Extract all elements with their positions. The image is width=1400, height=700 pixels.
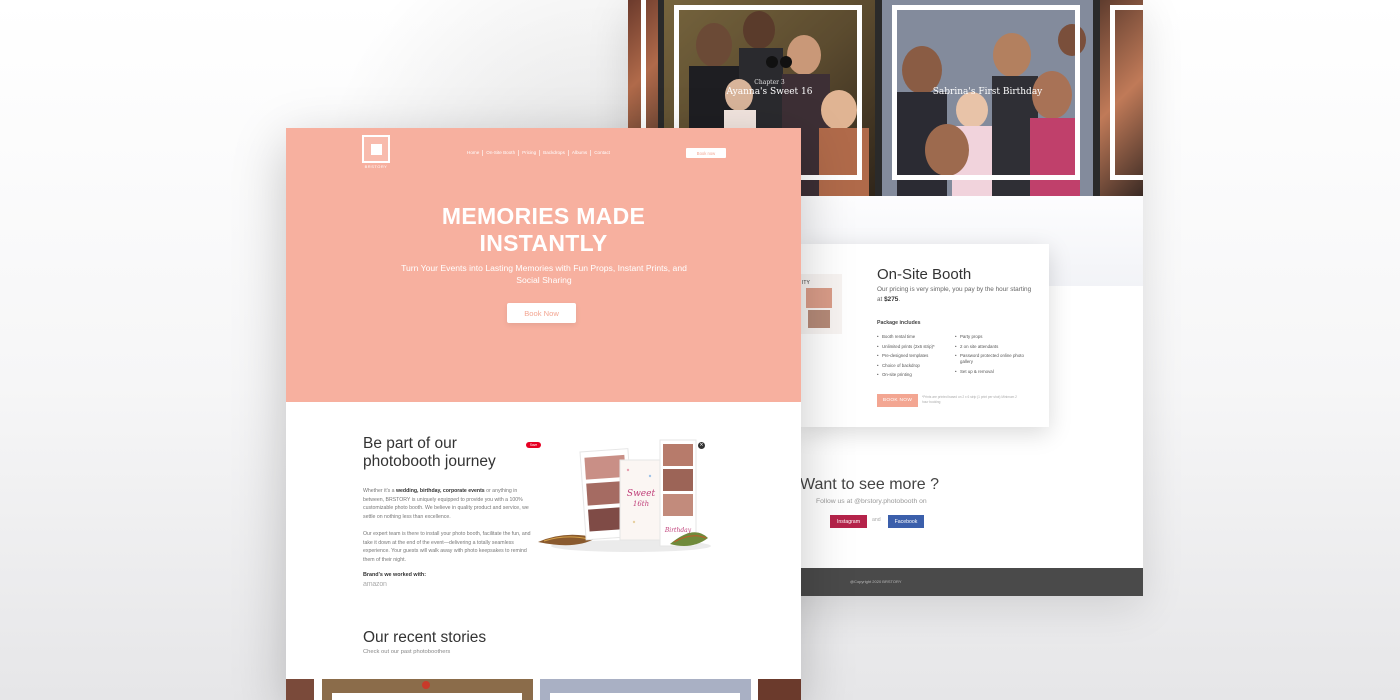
see-more-subtitle: Follow us at @brstory.photobooth on — [816, 498, 927, 505]
journey-title-line2: photobooth journey — [363, 453, 496, 470]
package-item: Choice of backdrop — [877, 361, 955, 371]
hero-book-button[interactable]: Book Now — [507, 303, 576, 323]
stories-title: Our recent stories — [363, 629, 487, 646]
journey-paragraph-1: Whether it's a wedding, birthday, corpor… — [363, 487, 535, 521]
pricing-book-button[interactable]: BOOK NOW — [877, 394, 918, 407]
pricing-desc-end: . — [898, 296, 901, 303]
hero-subtitle: Turn Your Events into Lasting Memories w… — [401, 263, 687, 285]
package-list-left: Booth rental time Unlimited prints (2x6 … — [877, 332, 955, 380]
pricing-thumbnail: ITY — [800, 274, 842, 334]
nav-item-home[interactable]: Home — [464, 150, 484, 156]
copyright-text: @Copyright 2020 BRSTORY — [850, 579, 902, 584]
nav-item-on-site-booth[interactable]: On-Site Booth — [483, 150, 520, 156]
pricing-title: On-Site Booth — [877, 266, 972, 283]
pricing-description: Our pricing is very simple, you pay by t… — [877, 285, 1037, 305]
nav-item-pricing[interactable]: Pricing — [519, 150, 541, 156]
story-card-2[interactable]: Sabrina's First Birthday — [882, 0, 1093, 196]
pricing-fine-print: *Prints are printed based on 2 x 6 strip… — [922, 395, 1017, 404]
journey-title-line1: Be part of our — [363, 435, 457, 452]
hero-title-line2: INSTANTLY — [479, 230, 608, 256]
pinterest-save-button[interactable]: Save — [526, 442, 541, 448]
package-item: Pre-designed templates — [877, 351, 955, 361]
story-title: Sabrina's First Birthday — [932, 87, 1043, 97]
package-item: 2 on site attendants — [955, 342, 1033, 352]
package-item: Booth rental time — [877, 332, 955, 342]
hero-title-line1: MEMORIES MADE — [441, 203, 646, 229]
stories-subtitle: Check out our past photoboothers — [363, 649, 451, 655]
p1-bold: wedding, birthday, corporate events — [396, 488, 485, 494]
story-card-partial-right[interactable] — [1100, 0, 1143, 196]
svg-text:Birthday: Birthday — [664, 527, 692, 534]
journey-title: Be part of our photobooth journey — [363, 435, 496, 471]
instagram-button[interactable]: Instagram — [830, 515, 867, 528]
photo-frame — [1110, 5, 1143, 180]
package-item: Unlimited prints (2x6 strip)* — [877, 342, 955, 352]
pricing-price: $275 — [884, 296, 899, 303]
and-text: and — [872, 517, 881, 523]
story-chapter: Chapter 3 — [754, 79, 785, 86]
brands-label: Brand's we worked with: — [363, 572, 426, 578]
pricing-card: ITY On-Site Booth Our pricing is very si… — [800, 244, 1049, 427]
story-title: Ayanna's Sweet 16 — [726, 87, 813, 97]
square-logo-icon[interactable] — [362, 135, 390, 163]
svg-text:Sweet: Sweet — [627, 489, 656, 499]
facebook-button[interactable]: Facebook — [888, 515, 924, 528]
nav-item-contact[interactable]: Contact — [591, 150, 613, 156]
photo-strips-image: Sweet 16th Birthday — [536, 438, 711, 558]
front-page-mockup: BRSTORY Home On-Site Booth Pricing Backd… — [286, 128, 801, 700]
nav-book-button[interactable]: Book now — [686, 148, 726, 158]
package-item: Set up & removal — [955, 367, 1033, 377]
pricing-desc-text: Our pricing is very simple, you pay by t… — [877, 286, 1032, 303]
package-item: On-site printing — [877, 370, 955, 380]
nav-item-backdrops[interactable]: Backdrops — [540, 150, 569, 156]
package-title: Package includes — [877, 320, 921, 326]
see-more-title: Want to see more ? — [800, 476, 940, 493]
package-item: Password protected online photo gallery — [955, 353, 1033, 365]
close-icon[interactable]: × — [698, 442, 705, 449]
logo-text: BRSTORY — [364, 164, 388, 169]
hero-title: MEMORIES MADE INSTANTLY — [286, 203, 801, 257]
amazon-logo: amazon — [363, 581, 387, 588]
package-item: Party props — [955, 332, 1033, 342]
hero-section: BRSTORY Home On-Site Booth Pricing Backd… — [286, 128, 801, 402]
svg-text:ITY: ITY — [802, 280, 810, 286]
p1-lead: Whether it's a — [363, 488, 396, 494]
svg-text:16th: 16th — [633, 500, 649, 508]
nav-item-albums[interactable]: Albums — [569, 150, 592, 156]
package-list-right: Party props 2 on site attendants Passwor… — [955, 332, 1033, 377]
main-nav: Home On-Site Booth Pricing Backdrops Alb… — [464, 150, 613, 156]
journey-paragraph-2: Our expert team is there to install your… — [363, 531, 531, 563]
stories-preview-strip — [286, 679, 801, 700]
